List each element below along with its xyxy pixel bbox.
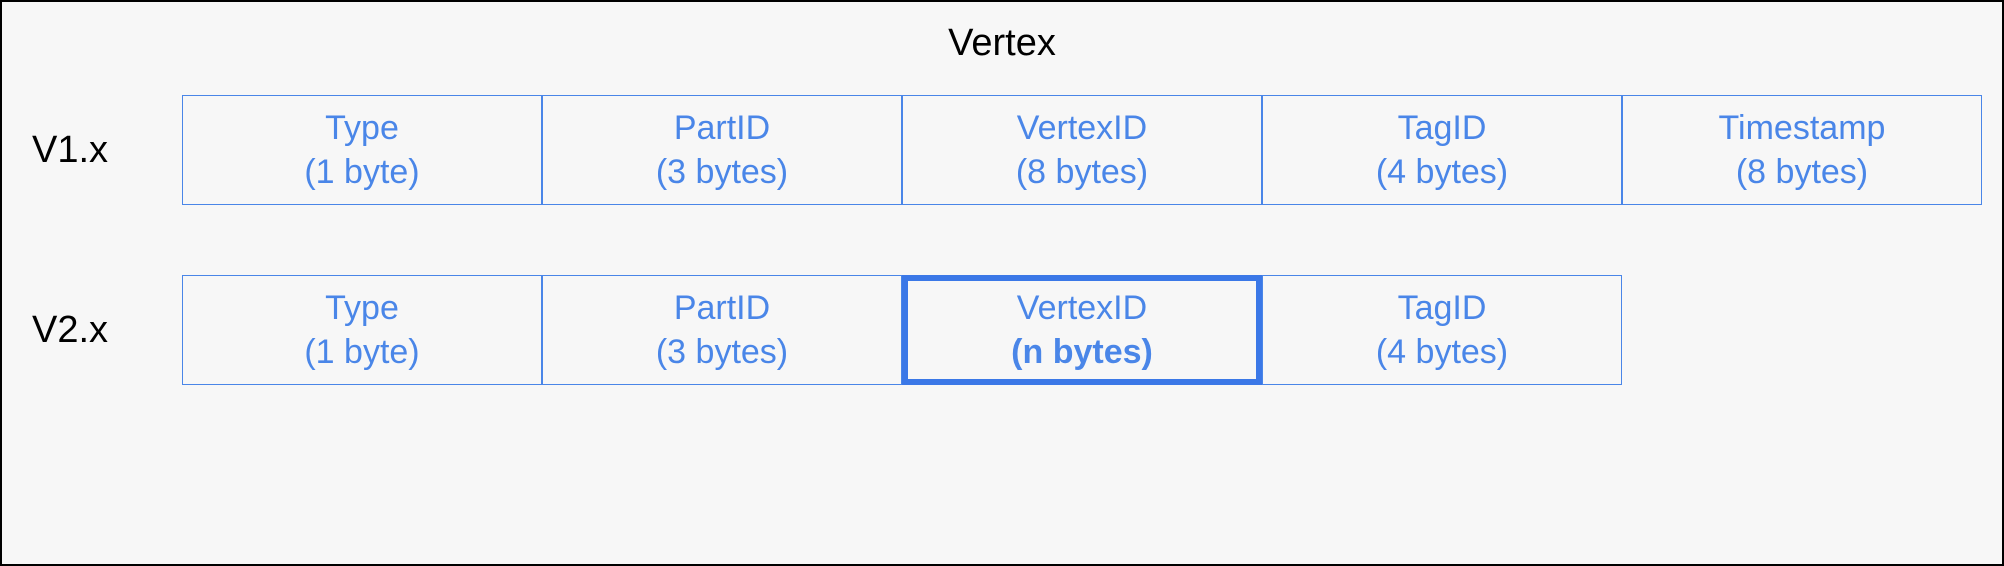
cell-v1-timestamp: Timestamp (8 bytes) xyxy=(1622,95,1982,205)
cell-name: VertexID xyxy=(1017,106,1147,150)
cell-v1-tagid: TagID (4 bytes) xyxy=(1262,95,1622,205)
cell-size: (3 bytes) xyxy=(656,150,788,194)
cells-v2: Type (1 byte) PartID (3 bytes) VertexID … xyxy=(182,275,1622,385)
cell-v1-vertexid: VertexID (8 bytes) xyxy=(902,95,1262,205)
cell-v2-tagid: TagID (4 bytes) xyxy=(1262,275,1622,385)
cell-size: (1 byte) xyxy=(304,330,419,374)
row-v2: V2.x Type (1 byte) PartID (3 bytes) Vert… xyxy=(32,275,1972,385)
cell-v2-vertexid-highlight: VertexID (n bytes) xyxy=(902,275,1262,385)
cell-size: (4 bytes) xyxy=(1376,150,1508,194)
cell-name: Type xyxy=(325,286,399,330)
row-v1: V1.x Type (1 byte) PartID (3 bytes) Vert… xyxy=(32,95,1972,205)
cell-size: (3 bytes) xyxy=(656,330,788,374)
cell-size: (8 bytes) xyxy=(1016,150,1148,194)
cell-v2-type: Type (1 byte) xyxy=(182,275,542,385)
cell-name: VertexID xyxy=(1017,286,1147,330)
cell-name: Type xyxy=(325,106,399,150)
row-label-v1: V1.x xyxy=(32,129,182,172)
cell-v2-partid: PartID (3 bytes) xyxy=(542,275,902,385)
cell-size: (n bytes) xyxy=(1011,330,1153,374)
cell-name: TagID xyxy=(1398,286,1487,330)
cell-size: (1 byte) xyxy=(304,150,419,194)
cell-v1-type: Type (1 byte) xyxy=(182,95,542,205)
cell-name: Timestamp xyxy=(1719,106,1886,150)
cell-name: PartID xyxy=(674,106,770,150)
diagram-title: Vertex xyxy=(32,22,1972,65)
cell-size: (8 bytes) xyxy=(1736,150,1868,194)
cell-name: TagID xyxy=(1398,106,1487,150)
cell-name: PartID xyxy=(674,286,770,330)
cell-size: (4 bytes) xyxy=(1376,330,1508,374)
cells-v1: Type (1 byte) PartID (3 bytes) VertexID … xyxy=(182,95,1982,205)
diagram-frame: Vertex V1.x Type (1 byte) PartID (3 byte… xyxy=(0,0,2004,566)
row-label-v2: V2.x xyxy=(32,309,182,352)
cell-v1-partid: PartID (3 bytes) xyxy=(542,95,902,205)
